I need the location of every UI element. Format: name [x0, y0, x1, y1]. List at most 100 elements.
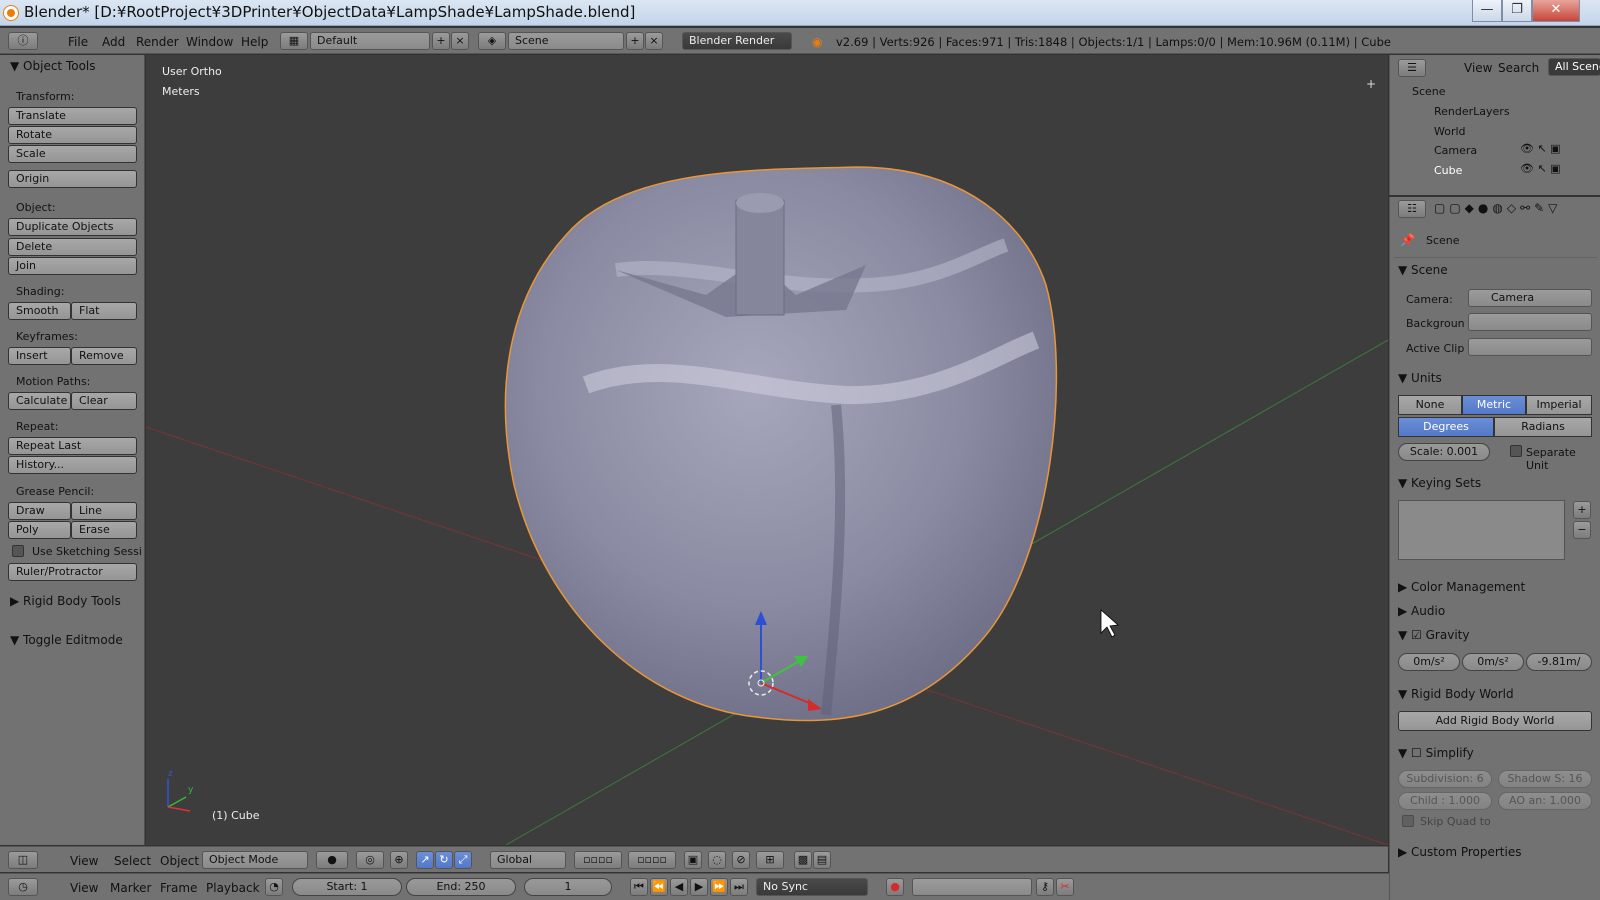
outliner-item-world[interactable]: World	[1434, 125, 1466, 138]
rigid-body-world-header[interactable]: ▼ Rigid Body World	[1398, 687, 1514, 701]
delete-button[interactable]: Delete	[8, 238, 137, 256]
ao-field[interactable]: AO an: 1.000	[1498, 792, 1592, 810]
active-clip-field[interactable]	[1468, 338, 1592, 356]
timeline-view-menu[interactable]: View	[70, 881, 98, 895]
menu-add[interactable]: Add	[102, 35, 125, 49]
outliner-item-cube[interactable]: Cube	[1434, 164, 1462, 177]
background-field[interactable]	[1468, 313, 1592, 331]
menu-render[interactable]: Render	[136, 35, 179, 49]
play-icon[interactable]: ▶	[690, 878, 708, 896]
sketching-checkbox[interactable]	[12, 545, 24, 557]
prev-key-icon[interactable]: ⏪	[650, 878, 668, 896]
select-menu[interactable]: Select	[114, 854, 151, 868]
outliner-item-scene[interactable]: Scene	[1412, 85, 1446, 98]
remove-keying-set-icon[interactable]: −	[1573, 521, 1591, 539]
layout-selector[interactable]: Default	[310, 32, 430, 50]
gravity-header[interactable]: ▼ ☑ Gravity	[1398, 628, 1469, 642]
keying-sets-header[interactable]: ▼ Keying Sets	[1398, 476, 1481, 490]
keying-set-field[interactable]	[912, 878, 1032, 896]
menu-file[interactable]: File	[68, 35, 88, 49]
custom-properties-header[interactable]: ▶ Custom Properties	[1398, 845, 1521, 859]
units-none-button[interactable]: None	[1398, 395, 1462, 415]
ruler-button[interactable]: Ruler/Protractor	[8, 563, 137, 581]
translate-button[interactable]: Translate	[8, 107, 137, 125]
smooth-button[interactable]: Smooth	[8, 302, 71, 320]
sync-select[interactable]: No Sync	[756, 878, 868, 896]
origin-button[interactable]: Origin	[8, 170, 137, 188]
opengl-anim-icon[interactable]: ▤	[813, 851, 831, 869]
rotate-button[interactable]: Rotate	[8, 126, 137, 144]
3d-viewport[interactable]: User Ortho Meters (1) Cube z y +	[146, 55, 1388, 845]
pin-icon[interactable]: 📌	[1400, 233, 1415, 247]
scene-icon[interactable]: ◈	[478, 32, 506, 50]
snap-element-icon[interactable]: ⊞	[756, 851, 784, 869]
lock-icon[interactable]: ▣	[684, 851, 702, 869]
close-button[interactable]: ✕	[1532, 0, 1580, 22]
layers-2-icon[interactable]: ▫▫▫▫	[628, 851, 676, 869]
skip-quad-checkbox[interactable]	[1402, 815, 1414, 827]
gravity-z-field[interactable]: -9.81m/	[1526, 653, 1592, 671]
calculate-button[interactable]: Calculate	[8, 392, 71, 410]
insert-key-icon[interactable]: ⚷	[1036, 878, 1054, 896]
gravity-y-field[interactable]: 0m/s²	[1462, 653, 1524, 671]
add-layout-icon[interactable]: +	[432, 32, 450, 50]
keying-sets-list[interactable]	[1398, 500, 1565, 560]
audio-header[interactable]: ▶ Audio	[1398, 604, 1445, 618]
unit-scale-field[interactable]: Scale: 0.001	[1398, 443, 1490, 461]
manipulator-icon[interactable]: ⊕	[390, 851, 408, 869]
keying-icon[interactable]: ◔	[265, 878, 283, 896]
minimize-button[interactable]: —	[1472, 0, 1502, 22]
next-key-icon[interactable]: ⏩	[710, 878, 728, 896]
scale-manipulator-icon[interactable]: ⤢	[454, 851, 472, 869]
add-scene-icon[interactable]: +	[626, 32, 644, 50]
units-imperial-button[interactable]: Imperial	[1526, 395, 1592, 415]
jump-start-icon[interactable]: ⏮	[630, 878, 648, 896]
draw-button[interactable]: Draw	[8, 502, 71, 520]
marker-menu[interactable]: Marker	[110, 881, 151, 895]
jump-end-icon[interactable]: ⏭	[730, 878, 748, 896]
camera-visibility-icon[interactable]: 👁 ↖ ▣	[1520, 142, 1561, 155]
play-reverse-icon[interactable]: ◀	[670, 878, 688, 896]
toggle-editmode-header[interactable]: ▼ Toggle Editmode	[10, 633, 123, 647]
rigid-body-tools-header[interactable]: ▶ Rigid Body Tools	[10, 594, 121, 608]
scale-button[interactable]: Scale	[8, 145, 137, 163]
scene-section-header[interactable]: ▼ Scene	[1398, 263, 1448, 277]
properties-editor-icon[interactable]: ☷	[1398, 200, 1426, 218]
degrees-button[interactable]: Degrees	[1398, 417, 1494, 437]
add-region-icon[interactable]: +	[1366, 77, 1376, 91]
outliner-editor-icon[interactable]: ☰	[1398, 59, 1426, 77]
proportional-icon[interactable]: ◌	[708, 851, 726, 869]
color-management-header[interactable]: ▶ Color Management	[1398, 580, 1525, 594]
cube-visibility-icon[interactable]: 👁 ↖ ▣	[1520, 162, 1561, 175]
poly-button[interactable]: Poly	[8, 521, 71, 539]
units-metric-button[interactable]: Metric	[1462, 395, 1526, 415]
object-menu[interactable]: Object	[160, 854, 199, 868]
end-frame-field[interactable]: End: 250	[406, 878, 516, 896]
join-button[interactable]: Join	[8, 257, 137, 275]
layout-icon[interactable]: ▦	[280, 32, 308, 50]
maximize-button[interactable]: ❐	[1502, 0, 1532, 22]
remove-keyframe-button[interactable]: Remove	[71, 347, 137, 365]
orientation-select[interactable]: Global	[490, 851, 566, 869]
start-frame-field[interactable]: Start: 1	[292, 878, 402, 896]
simplify-header[interactable]: ▼ ☐ Simplify	[1398, 746, 1474, 760]
context-tabs-icon[interactable]: ▢▢◆●◍◇⚯✎▽	[1434, 201, 1561, 215]
editor-type-icon[interactable]: ◫	[8, 851, 38, 869]
add-rigid-body-world-button[interactable]: Add Rigid Body World	[1398, 711, 1592, 731]
translate-manipulator-icon[interactable]: ↗	[416, 851, 434, 869]
flat-button[interactable]: Flat	[71, 302, 137, 320]
add-keying-set-icon[interactable]: +	[1573, 501, 1591, 519]
layers-icon[interactable]: ▫▫▫▫	[574, 851, 622, 869]
separate-unit-checkbox[interactable]	[1510, 445, 1522, 457]
delete-key-icon[interactable]: ✂	[1056, 878, 1074, 896]
menu-window[interactable]: Window	[186, 35, 233, 49]
pivot-icon[interactable]: ◎	[356, 851, 384, 869]
units-section-header[interactable]: ▼ Units	[1398, 371, 1442, 385]
frame-menu[interactable]: Frame	[160, 881, 197, 895]
opengl-render-icon[interactable]: ▩	[794, 851, 812, 869]
info-editor-icon[interactable]: ⓘ	[8, 32, 38, 50]
duplicate-objects-button[interactable]: Duplicate Objects	[8, 218, 137, 236]
snap-icon[interactable]: ⊘	[732, 851, 750, 869]
outliner-search-menu[interactable]: Search	[1498, 61, 1539, 75]
clear-button[interactable]: Clear	[71, 392, 137, 410]
